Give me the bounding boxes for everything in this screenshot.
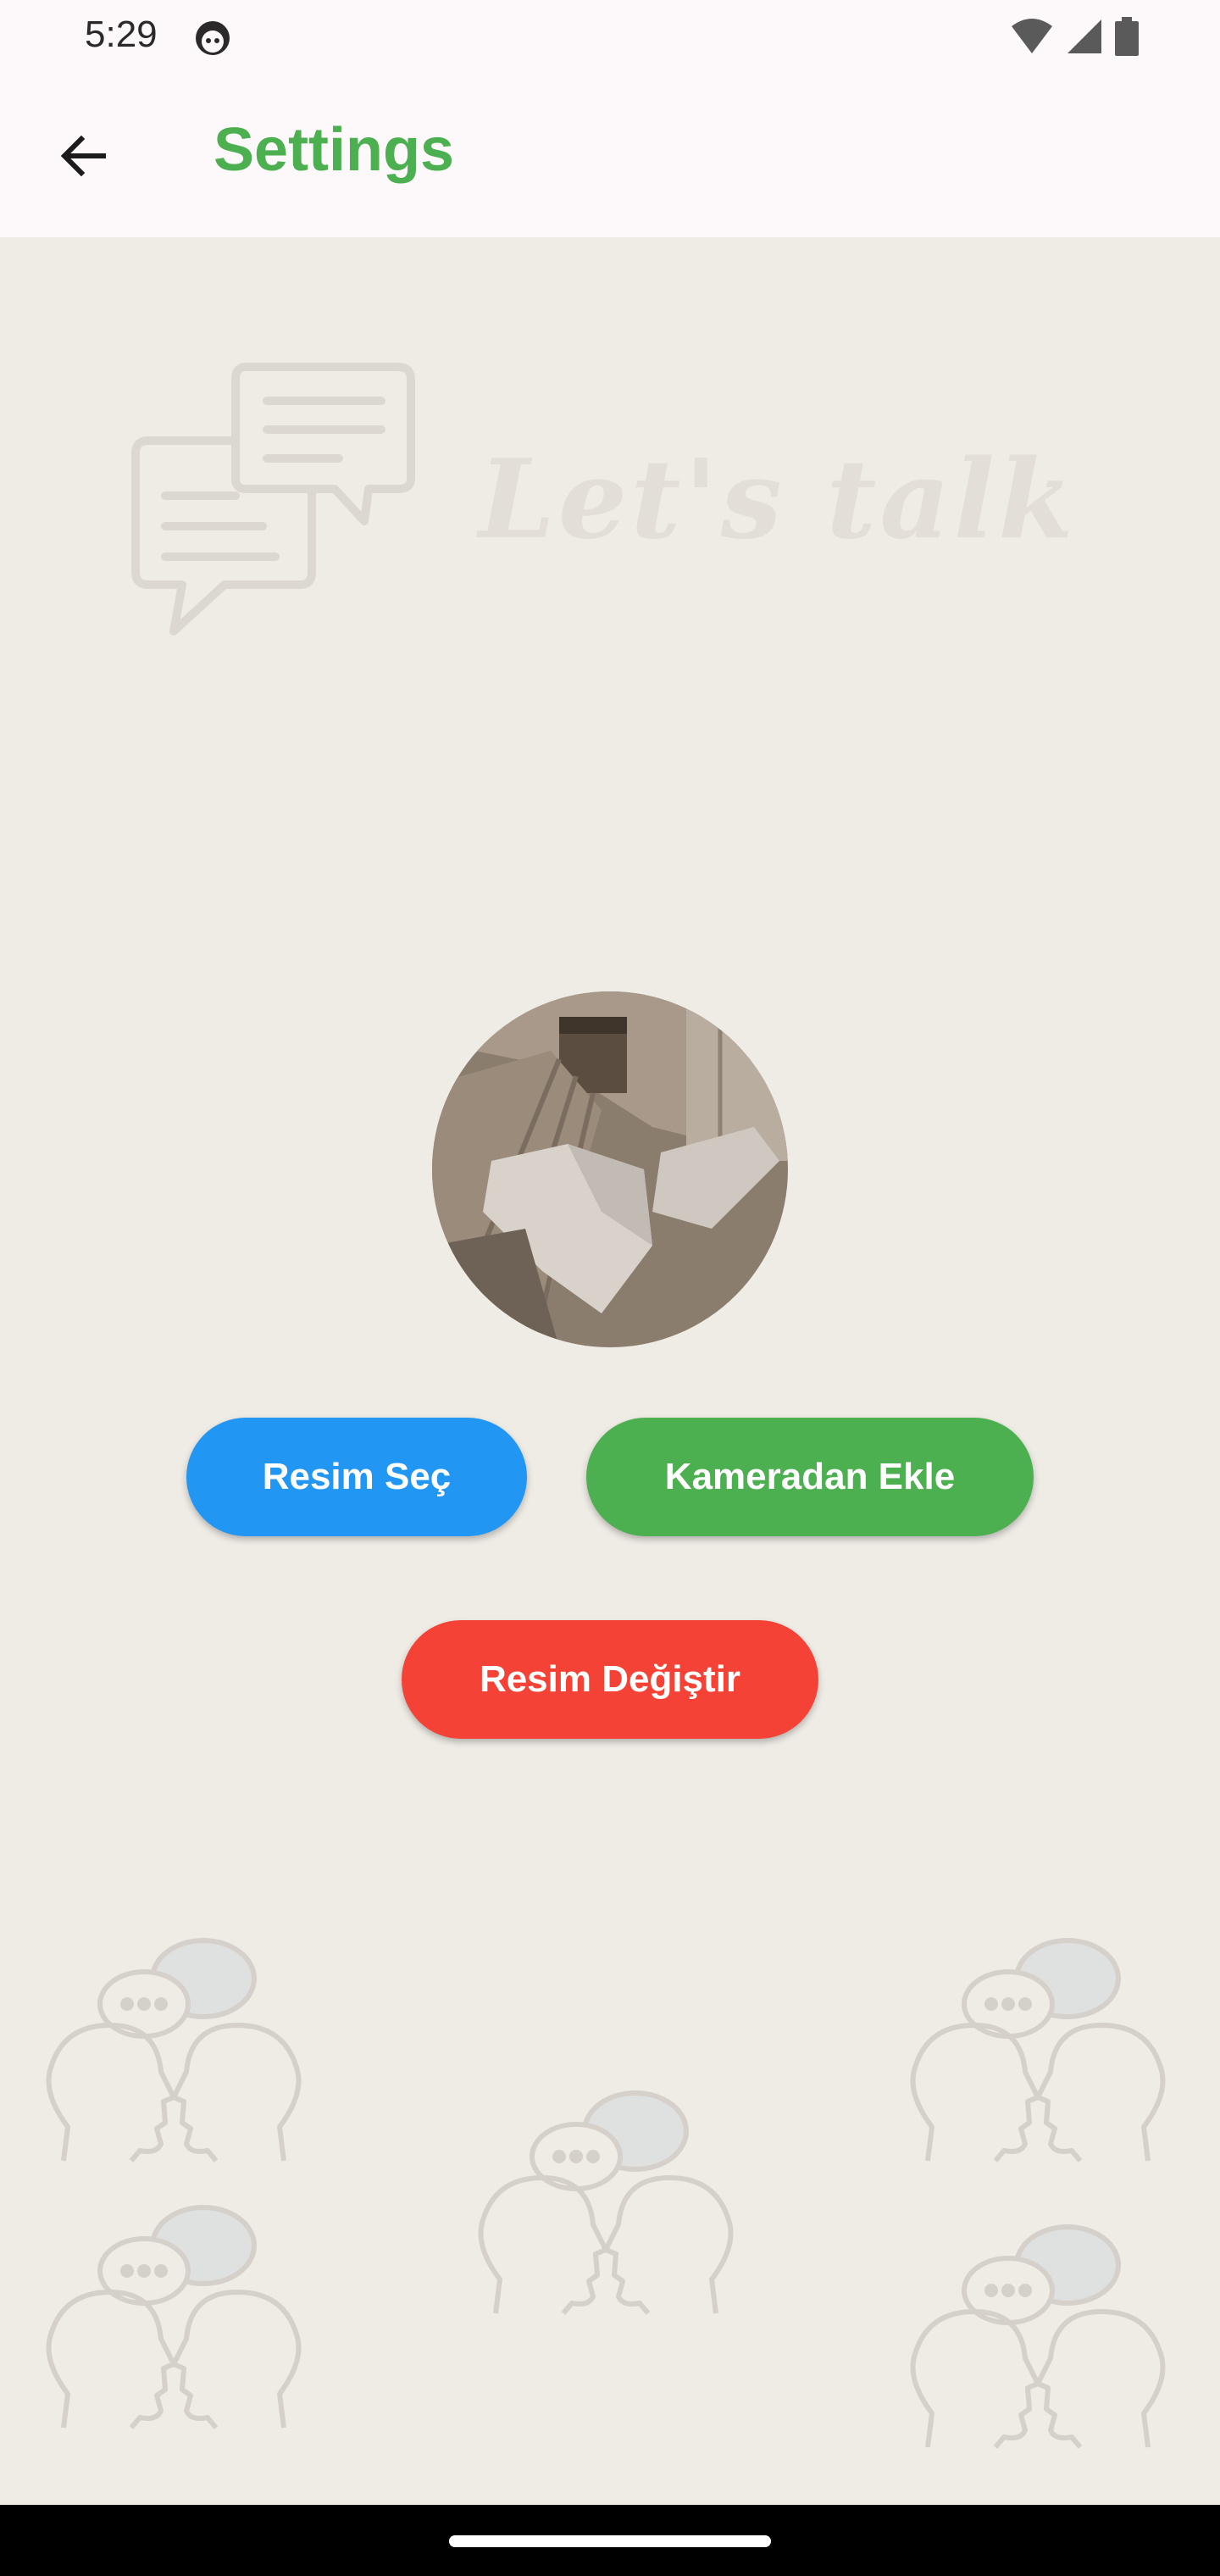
app-bar: Settings <box>0 73 1220 237</box>
wifi-icon <box>1010 18 1054 59</box>
chat-bubbles-icon <box>127 360 424 652</box>
status-bar: 5:29 <box>0 0 1220 73</box>
signal-icon <box>1066 18 1103 59</box>
camera-add-button[interactable]: Kameradan Ekle <box>586 1418 1034 1536</box>
arrow-back-icon <box>56 129 110 187</box>
status-time: 5:29 <box>85 14 158 55</box>
profile-avatar <box>432 991 788 1347</box>
talking-heads-icon <box>38 1932 309 2174</box>
page-title: Settings <box>214 116 455 184</box>
navigation-bar <box>0 2505 1220 2576</box>
talking-heads-icon <box>902 2218 1173 2460</box>
change-image-button[interactable]: Resim Değiştir <box>402 1620 818 1739</box>
home-gesture-handle[interactable] <box>449 2535 771 2547</box>
talking-heads-icon <box>38 2199 309 2440</box>
back-button[interactable] <box>42 117 124 198</box>
android-face-icon <box>193 19 232 62</box>
pick-image-button[interactable]: Resim Seç <box>186 1418 527 1536</box>
battery-icon <box>1115 17 1139 60</box>
talking-heads-icon <box>470 2085 741 2326</box>
talking-heads-icon <box>902 1932 1173 2174</box>
settings-content: Let's talk Resim Seç Kameradan Ekle Resi… <box>0 237 1220 2505</box>
status-icons <box>1010 17 1139 60</box>
brand-text: Let's talk <box>479 436 1077 564</box>
